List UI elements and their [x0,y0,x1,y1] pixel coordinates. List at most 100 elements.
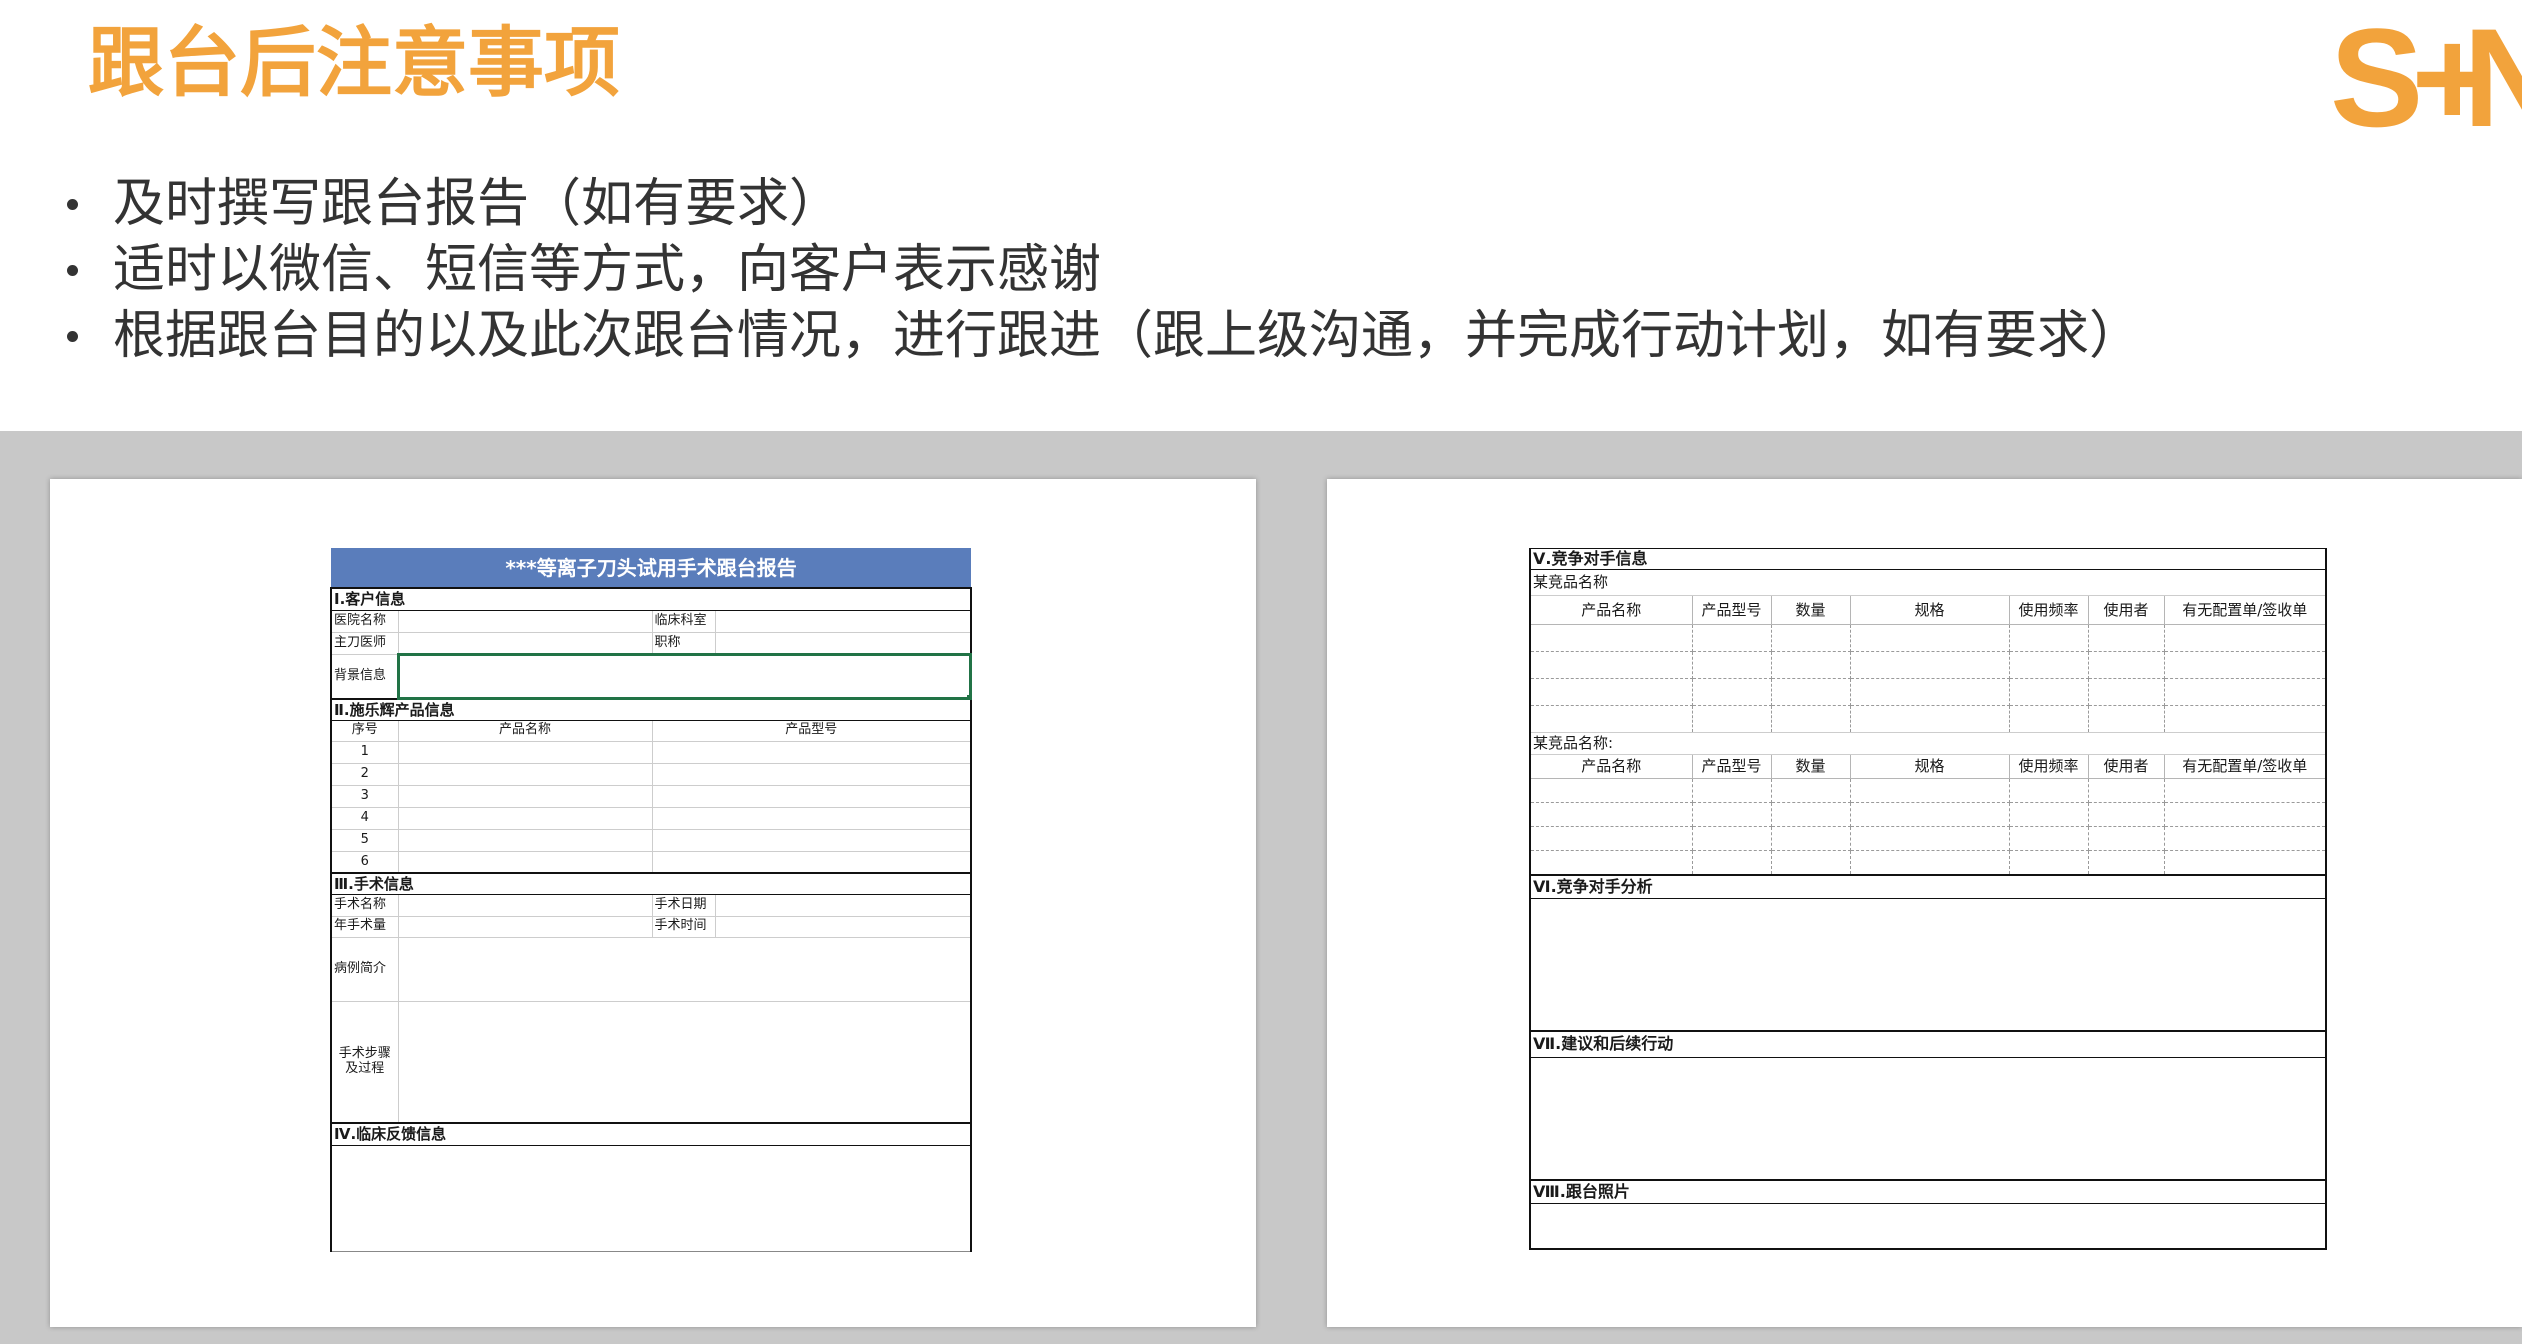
clinical-feedback-value [329,1144,973,1252]
table-cell [2008,624,2089,652]
competitor-name-row: 某竞品名称 [1528,569,2328,596]
table-cell [2087,624,2165,652]
report-title-row: ***等离子刀头试用手术跟台报告 [331,548,972,588]
hospital-name-label: 医院名称 [330,609,399,633]
product-model-value [651,762,973,786]
report-page-1: ***等离子刀头试用手术跟台报告 Ⅰ.客户信息 医院名称 临床科室 主刀医师 职… [50,479,1256,1327]
surgery-date-label: 手术日期 [651,893,716,917]
col-header-quantity: 数量 [1770,595,1851,625]
surgery-report-form: ***等离子刀头试用手术跟台报告 Ⅰ.客户信息 医院名称 临床科室 主刀医师 职… [329,548,973,1252]
product-name-value [397,762,653,786]
col-header-spec: 规格 [1849,754,2010,779]
table-cell [1529,778,1693,803]
department-value [714,609,973,633]
col-header-product-model: 产品型号 [1691,595,1772,625]
case-summary-label: 病例简介 [330,936,399,1002]
table-cell [1529,850,1693,875]
table-cell [1849,802,2010,827]
product-row: 1 [330,740,973,764]
competitor-report-form: Ⅴ.竞争对手信息 某竞品名称 产品名称 产品型号 数量 规格 使用频率 使用者 … [1528,548,2328,1250]
form-row: 医院名称 临床科室 [330,609,973,633]
col-header-product-name: 产品名称 [397,719,653,742]
product-row-index: 2 [330,762,399,786]
table-cell [1770,624,1851,652]
table-cell [1849,826,2010,851]
competitor-header-row: 产品名称 产品型号 数量 规格 使用频率 使用者 有无配置单/签收单 [1529,595,2328,625]
section-competitor-info: Ⅴ.竞争对手信息 [1528,548,2328,570]
surgery-steps-label: 手术步骤及过程 [330,1000,399,1124]
table-cell [1849,678,2010,706]
table-cell [1770,826,1851,851]
competitor-data-row [1529,624,2328,652]
job-title-label: 职称 [651,631,716,655]
product-name-value [397,784,653,808]
bullet-text: 及时撰写跟台报告（如有要求） [113,174,842,234]
table-cell [1691,826,1772,851]
col-header-product-model: 产品型号 [651,719,973,742]
table-cell [1849,651,2010,679]
photos-value [1528,1203,2328,1250]
competitor-data-row [1529,802,2328,827]
table-cell [1770,678,1851,706]
competitor-data-row [1529,826,2328,851]
col-header-user: 使用者 [2087,754,2165,779]
surgery-steps-value [397,1000,973,1124]
bullet-text: 适时以微信、短信等方式，向客户表示感谢 [113,240,1102,300]
product-header-row: 序号 产品名称 产品型号 [330,719,973,742]
bullet-text: 根据跟台目的以及此次跟台情况，进行跟进（跟上级沟通，并完成行动计划，如有要求） [113,306,2142,366]
surgery-time-label: 手术时间 [651,915,716,938]
table-cell [2008,826,2089,851]
section-customer-info: Ⅰ.客户信息 [329,587,973,611]
form-row: 手术名称 手术日期 [330,893,973,917]
table-cell [2008,802,2089,827]
table-cell [2163,850,2328,875]
form-row [1528,1057,2328,1180]
table-cell [1770,705,1851,733]
col-header-spec: 规格 [1849,595,2010,625]
section-surgery-info: Ⅲ.手术信息 [329,872,973,895]
table-cell [2008,850,2089,875]
table-cell [1529,705,1693,733]
background-value-selected-cell [396,653,973,700]
table-cell [2163,802,2328,827]
table-cell [2008,705,2089,733]
product-model-value [651,784,973,808]
table-cell [2163,624,2328,652]
table-cell [1691,802,1772,827]
surgery-name-value [397,893,653,917]
table-cell [1691,705,1772,733]
logo-letter-s: S [2330,8,2424,148]
product-row-index: 3 [330,784,399,808]
form-row: 病例简介 [330,936,973,1002]
suggestions-actions-value [1528,1057,2328,1180]
col-header-quantity: 数量 [1770,754,1851,779]
surgery-date-value [714,893,973,917]
table-cell [2087,705,2165,733]
table-cell [1691,651,1772,679]
product-row-index: 1 [330,740,399,764]
table-cell [2087,778,2165,803]
table-cell [1529,624,1693,652]
bullet-item: 根据跟台目的以及此次跟台情况，进行跟进（跟上级沟通，并完成行动计划，如有要求） [67,303,2141,369]
competitor-analysis-value [1528,898,2328,1031]
table-cell [1529,678,1693,706]
table-cell [2163,651,2328,679]
product-model-value [651,740,973,764]
surgeon-value [397,631,653,655]
section-row: Ⅷ.跟台照片 [1528,1178,2328,1204]
department-label: 临床科室 [651,609,716,633]
col-header-user: 使用者 [2087,595,2165,625]
table-cell [1691,778,1772,803]
product-name-value [397,806,653,830]
section-product-info: Ⅱ.施乐辉产品信息 [329,698,973,721]
product-row: 6 [330,850,973,874]
section-row: Ⅲ.手术信息 [329,872,973,895]
annual-volume-value [397,915,653,938]
product-model-value [651,806,973,830]
table-cell [2087,678,2165,706]
table-cell [2087,826,2165,851]
table-cell [2087,651,2165,679]
table-cell [2008,678,2089,706]
table-cell [2087,850,2165,875]
product-row: 4 [330,806,973,830]
